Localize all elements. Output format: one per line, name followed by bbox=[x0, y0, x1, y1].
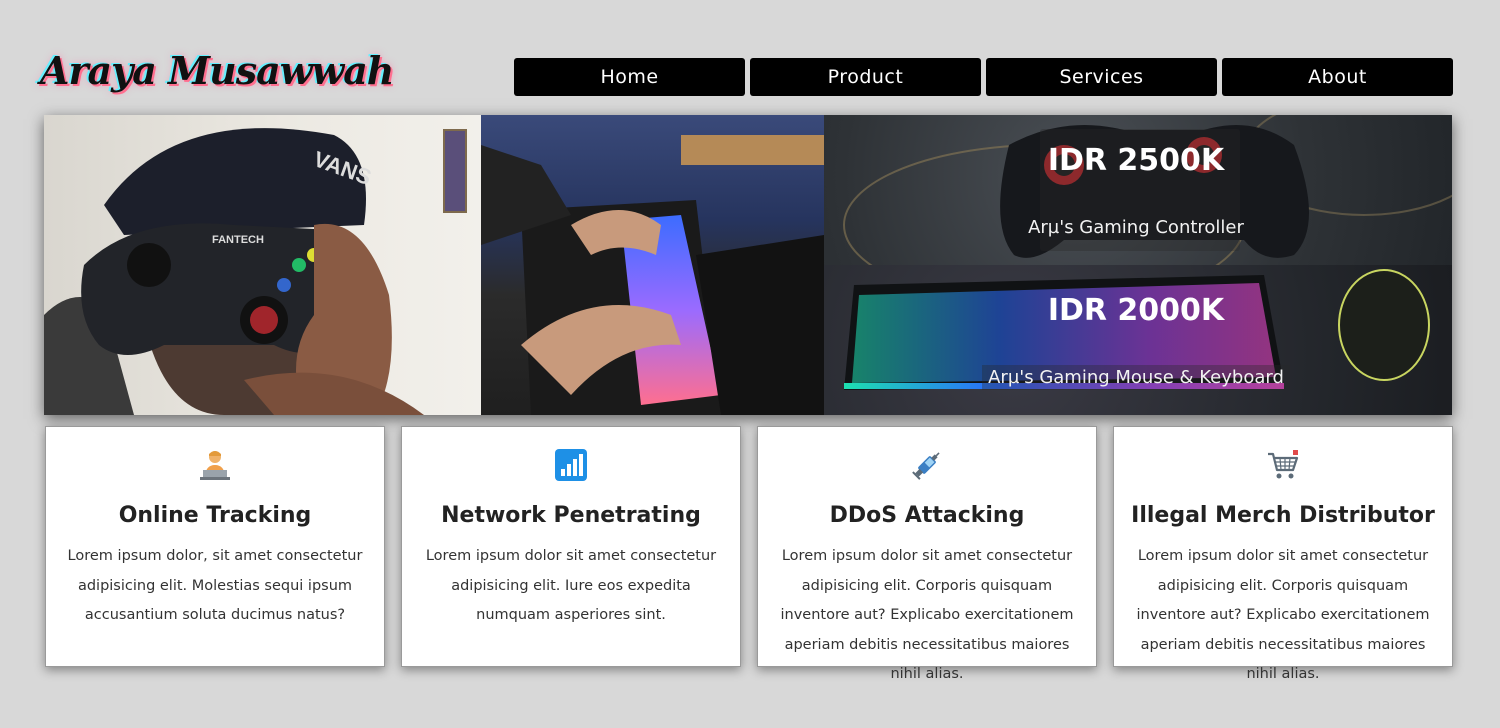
service-card-ddos-attacking[interactable]: DDoS Attacking Lorem ipsum dolor sit ame… bbox=[757, 426, 1097, 682]
service-title: Network Penetrating bbox=[441, 503, 701, 528]
signal-bars-icon bbox=[402, 447, 740, 483]
service-card-online-tracking[interactable]: Online Tracking Lorem ipsum dolor, sit a… bbox=[45, 426, 385, 667]
nav-about-button[interactable]: About bbox=[1222, 58, 1453, 96]
keyboard-product-image bbox=[844, 269, 1430, 390]
nav-product-button[interactable]: Product bbox=[750, 58, 981, 96]
caption-label: Arµ's Gaming Mouse & Keyboard bbox=[982, 365, 1290, 390]
person-at-laptop-icon bbox=[46, 447, 384, 483]
service-description: Lorem ipsum dolor sit amet consectetur a… bbox=[1136, 548, 1430, 682]
nav-home-button[interactable]: Home bbox=[514, 58, 745, 96]
caption-wrap: Arµ's Gaming Mouse & Keyboard bbox=[824, 365, 1452, 390]
nav-services-button[interactable]: Services bbox=[986, 58, 1217, 96]
hero-product-banners: IDR 2500K Arµ's Gaming Controller IDR 20… bbox=[824, 115, 1452, 415]
service-card-illegal-merch[interactable]: Illegal Merch Distributor Lorem ipsum do… bbox=[1113, 426, 1453, 682]
service-title: DDoS Attacking bbox=[829, 503, 1025, 528]
shopping-cart-icon bbox=[1114, 447, 1452, 483]
brand-logo[interactable]: Araya Musawwah bbox=[40, 48, 394, 93]
price-label: IDR 2000K bbox=[1047, 293, 1225, 328]
caption-wrap: Arµ's Gaming Controller bbox=[824, 217, 1452, 238]
service-description: Lorem ipsum dolor sit amet consectetur a… bbox=[780, 548, 1074, 682]
hero-gallery: VANS FANTECH IDR 2500K Arµ's Gaming Cont… bbox=[44, 115, 1452, 415]
service-description: Lorem ipsum dolor, sit amet consectetur … bbox=[67, 548, 363, 623]
price-wrap: IDR 2500K bbox=[824, 143, 1452, 178]
price-wrap: IDR 2000K bbox=[824, 293, 1452, 328]
services-cards: Online Tracking Lorem ipsum dolor, sit a… bbox=[45, 426, 1453, 682]
hero-photo-typing bbox=[481, 115, 824, 415]
main-nav: Home Product Services About bbox=[514, 58, 1453, 96]
product-banner-keyboard[interactable]: IDR 2000K Arµ's Gaming Mouse & Keyboard bbox=[824, 265, 1452, 415]
typing-hands-image bbox=[481, 135, 824, 415]
caption-label: Arµ's Gaming Controller bbox=[1028, 217, 1244, 238]
hero-photo-controller-person: VANS FANTECH bbox=[44, 115, 481, 415]
service-title: Online Tracking bbox=[118, 503, 312, 528]
service-card-network-penetrating[interactable]: Network Penetrating Lorem ipsum dolor si… bbox=[401, 426, 741, 667]
service-title: Illegal Merch Distributor bbox=[1131, 503, 1435, 528]
service-description: Lorem ipsum dolor sit amet consectetur a… bbox=[425, 548, 717, 623]
syringe-icon bbox=[758, 447, 1096, 483]
price-label: IDR 2500K bbox=[1047, 143, 1225, 178]
controller-person-image: VANS FANTECH bbox=[44, 128, 467, 415]
svg-text:FANTECH: FANTECH bbox=[212, 234, 264, 246]
product-banner-controller[interactable]: IDR 2500K Arµ's Gaming Controller bbox=[824, 115, 1452, 265]
